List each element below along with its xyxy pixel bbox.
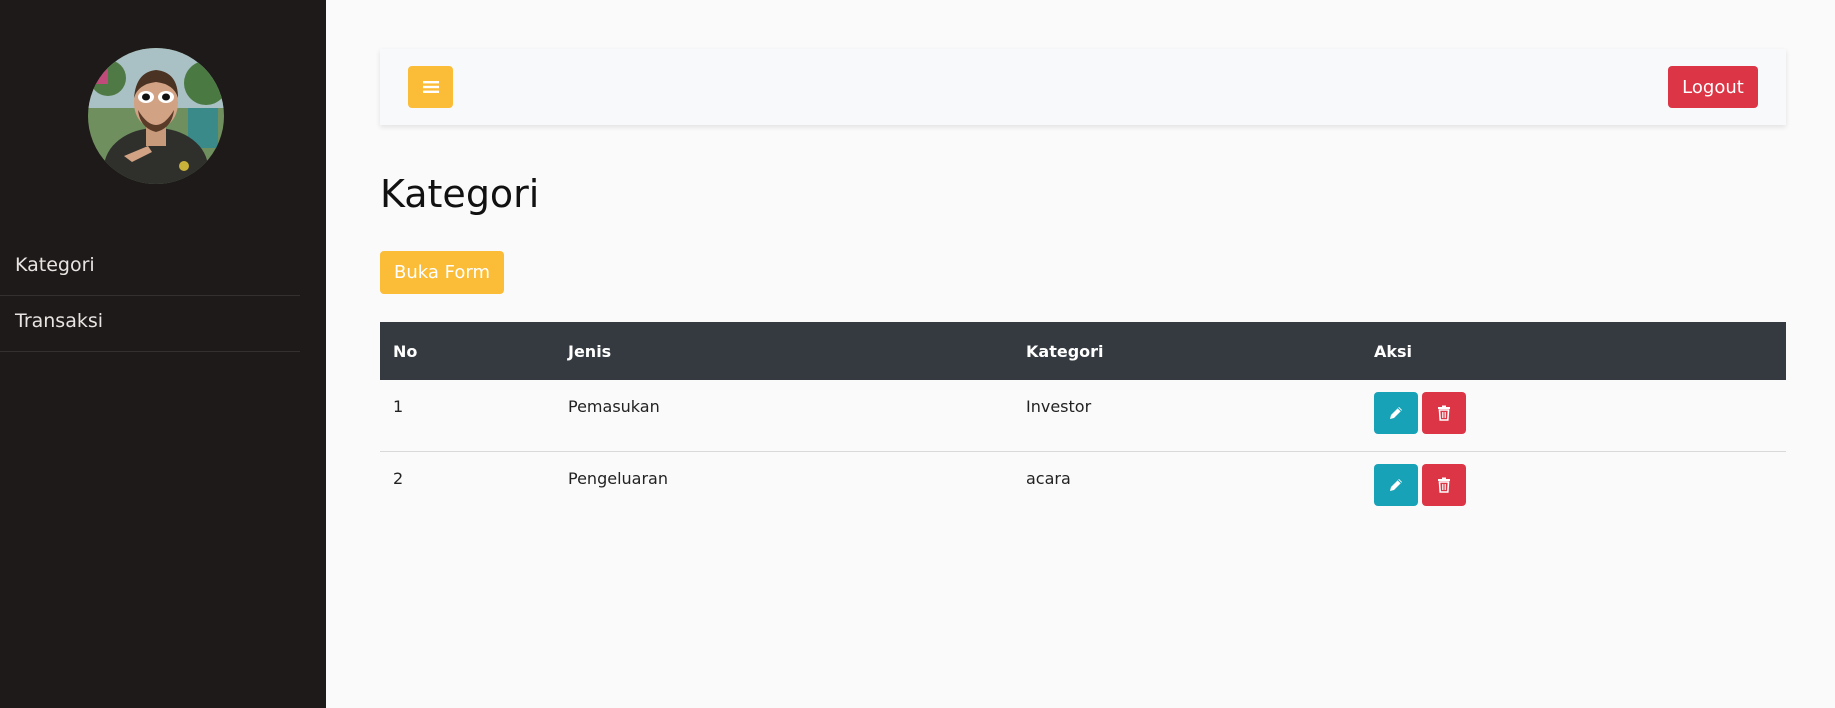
table-row: 2 Pengeluaran acara (380, 450, 1786, 522)
avatar (88, 48, 224, 184)
cell-no: 1 (393, 397, 404, 416)
cell-kategori: acara (1013, 450, 1361, 522)
open-form-button[interactable]: Buka Form (380, 251, 504, 294)
delete-button[interactable] (1422, 463, 1466, 506)
pencil-icon (1390, 478, 1402, 491)
avatar-image (88, 48, 224, 184)
column-header-jenis: Jenis (568, 341, 612, 361)
column-header-kategori: Kategori (1026, 341, 1104, 361)
main-content: Logout Kategori Buka Form No Jenis Kateg… (326, 0, 1835, 708)
cell-aksi (1361, 380, 1786, 451)
hamburger-icon (422, 81, 439, 93)
trash-icon (1438, 477, 1450, 493)
column-header-no: No (393, 341, 418, 361)
cell-aksi (1361, 450, 1786, 522)
cell-no: 2 (380, 450, 555, 522)
sidebar-item-kategori[interactable]: Kategori (0, 240, 300, 296)
menu-toggle-button[interactable] (408, 66, 453, 108)
cell-jenis: Pengeluaran (555, 450, 1013, 522)
cell-kategori: Investor (1026, 397, 1092, 416)
table-row: 1 Pemasukan Investor (380, 380, 1786, 451)
trash-icon (1438, 405, 1450, 421)
logout-button[interactable]: Logout (1668, 66, 1758, 108)
sidebar-nav: Kategori Transaksi (0, 240, 300, 352)
pencil-icon (1390, 407, 1402, 419)
cell-jenis: Pemasukan (568, 397, 660, 416)
edit-button[interactable] (1374, 392, 1418, 434)
category-table: No Jenis Kategori Aksi 1 Pemasukan Inves… (380, 322, 1786, 522)
column-header-aksi: Aksi (1374, 341, 1413, 361)
sidebar-item-transaksi[interactable]: Transaksi (0, 296, 300, 352)
edit-button[interactable] (1374, 463, 1418, 506)
top-navbar: Logout (380, 49, 1786, 125)
delete-button[interactable] (1422, 392, 1466, 434)
table-header-row: No Jenis Kategori Aksi (380, 322, 1786, 380)
page-title: Kategori (380, 172, 540, 216)
sidebar: Kategori Transaksi (0, 0, 326, 708)
